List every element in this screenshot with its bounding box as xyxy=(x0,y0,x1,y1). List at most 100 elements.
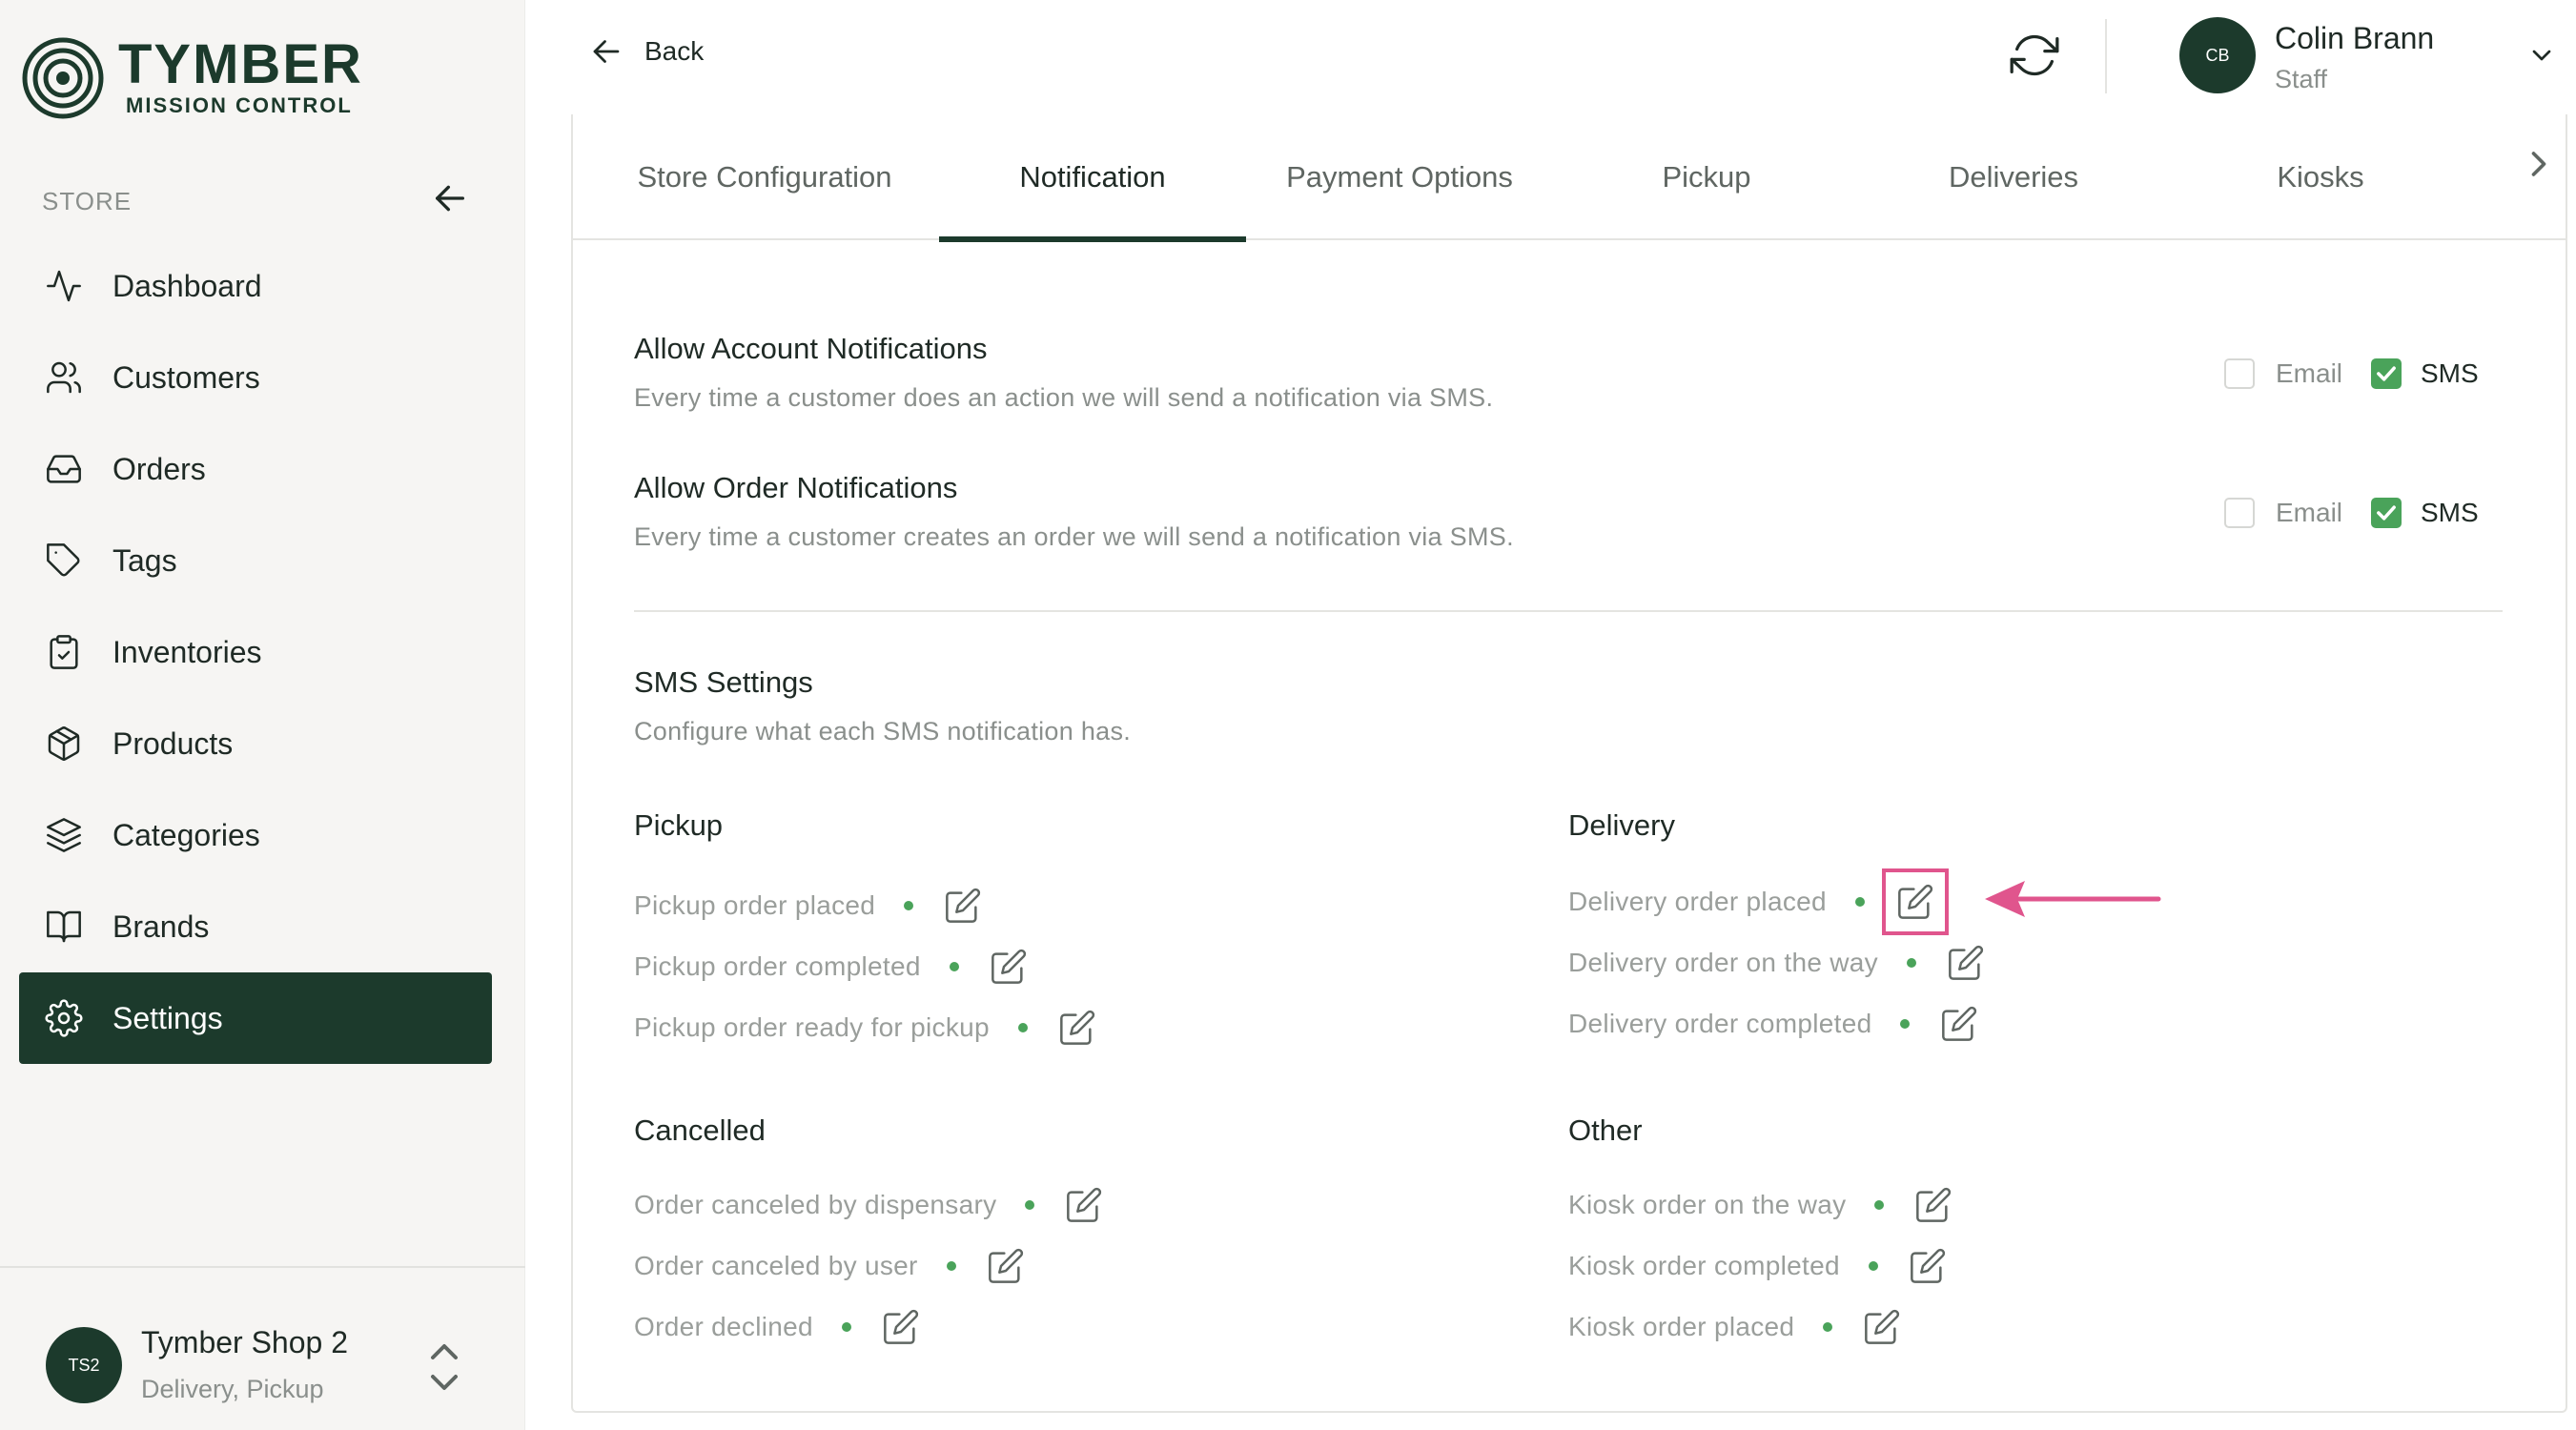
sidebar-item-label: Inventories xyxy=(112,634,262,669)
edit-icon[interactable] xyxy=(1063,1184,1105,1226)
status-dot xyxy=(949,962,959,971)
book-open-icon xyxy=(44,907,84,947)
cancelled-group-title: Cancelled xyxy=(634,1113,766,1147)
sidebar-item-products[interactable]: Products xyxy=(19,698,492,789)
sidebar-item-tags[interactable]: Tags xyxy=(19,515,492,606)
pickup-group-title: Pickup xyxy=(634,808,724,842)
tymber-logo-icon xyxy=(22,37,104,119)
sidebar: TYMBER MISSION CONTROL STORE Dashboard C… xyxy=(0,0,525,1430)
sms-item-label: Pickup order placed xyxy=(634,890,876,920)
store-avatar: TS2 xyxy=(46,1327,122,1403)
tag-icon xyxy=(44,541,84,581)
order-sms-checkbox[interactable] xyxy=(2371,498,2402,528)
header-divider xyxy=(2105,19,2107,93)
account-email-label: Email xyxy=(2276,358,2343,388)
refresh-icon[interactable] xyxy=(2010,31,2059,80)
tab-deliveries[interactable]: Deliveries xyxy=(1860,114,2167,240)
edit-icon[interactable] xyxy=(880,1306,922,1348)
account-sms-label: SMS xyxy=(2421,358,2479,388)
list-item: Kiosk order placed xyxy=(1568,1306,1903,1348)
sidebar-item-label: Products xyxy=(112,725,234,761)
tab-kiosks[interactable]: Kiosks xyxy=(2167,114,2474,240)
edit-icon[interactable] xyxy=(988,946,1030,988)
order-email-checkbox[interactable] xyxy=(2224,498,2255,528)
sms-item-label: Kiosk order placed xyxy=(1568,1312,1795,1341)
store-switcher[interactable]: TS2 Tymber Shop 2 Delivery, Pickup xyxy=(0,1266,525,1430)
package-icon xyxy=(44,724,84,764)
sidebar-item-orders[interactable]: Orders xyxy=(19,423,492,515)
delivery-group-title: Delivery xyxy=(1568,808,1675,842)
account-sms-checkbox[interactable] xyxy=(2371,358,2402,389)
store-types: Delivery, Pickup xyxy=(141,1375,324,1403)
sidebar-item-label: Brands xyxy=(112,909,210,944)
edit-icon[interactable] xyxy=(1861,1306,1903,1348)
edit-icon[interactable] xyxy=(1907,1245,1949,1287)
sidebar-item-label: Dashboard xyxy=(112,268,262,303)
list-item: Pickup order placed xyxy=(634,885,984,927)
sms-settings-description: Configure what each SMS notification has… xyxy=(634,717,1132,746)
sidebar-item-label: Customers xyxy=(112,359,260,395)
sidebar-item-inventories[interactable]: Inventories xyxy=(19,606,492,698)
edit-icon[interactable] xyxy=(1912,1184,1954,1226)
chevron-right-icon[interactable] xyxy=(2518,143,2560,185)
check-icon xyxy=(2377,505,2396,521)
sidebar-item-label: Tags xyxy=(112,542,177,578)
sidebar-item-dashboard[interactable]: Dashboard xyxy=(19,240,492,332)
status-dot xyxy=(1025,1200,1035,1210)
users-icon xyxy=(44,358,84,398)
sms-item-label: Pickup order ready for pickup xyxy=(634,1012,990,1042)
tab-notification[interactable]: Notification xyxy=(939,114,1246,242)
sidebar-item-brands[interactable]: Brands xyxy=(19,881,492,972)
status-dot xyxy=(1874,1200,1885,1210)
account-notifications-description: Every time a customer does an action we … xyxy=(634,383,1494,412)
chevron-down-icon[interactable] xyxy=(2526,40,2557,71)
tab-store-configuration[interactable]: Store Configuration xyxy=(611,114,918,240)
tab-payment-options[interactable]: Payment Options xyxy=(1246,114,1553,240)
sidebar-item-label: Categories xyxy=(112,817,260,852)
clipboard-check-icon xyxy=(44,632,84,672)
back-label: Back xyxy=(644,36,705,66)
store-name: Tymber Shop 2 xyxy=(141,1325,348,1359)
list-item: Delivery order completed xyxy=(1568,1003,1980,1045)
collapse-sidebar-button[interactable] xyxy=(425,174,475,223)
edit-icon[interactable] xyxy=(1945,942,1987,984)
sidebar-item-label: Orders xyxy=(112,451,206,486)
list-item: Pickup order completed xyxy=(634,946,1030,988)
order-notifications-title: Allow Order Notifications xyxy=(634,471,958,504)
back-button[interactable]: Back xyxy=(589,34,704,69)
status-dot xyxy=(1017,1023,1028,1032)
account-email-checkbox[interactable] xyxy=(2224,358,2255,389)
sms-item-label: Pickup order completed xyxy=(634,951,921,981)
edit-icon[interactable] xyxy=(1881,868,1949,935)
brand-logo[interactable]: TYMBER MISSION CONTROL xyxy=(21,36,363,120)
user-avatar[interactable]: CB xyxy=(2179,17,2256,93)
gear-icon xyxy=(44,998,84,1038)
edit-icon[interactable] xyxy=(942,885,984,927)
annotation-arrow-icon xyxy=(1985,881,2161,917)
list-item: Pickup order ready for pickup xyxy=(634,1007,1098,1049)
sidebar-item-settings[interactable]: Settings xyxy=(19,972,492,1064)
order-sms-label: SMS xyxy=(2421,498,2479,527)
status-dot xyxy=(1823,1322,1833,1332)
tab-pickup[interactable]: Pickup xyxy=(1553,114,1860,240)
arrow-left-icon xyxy=(436,185,464,212)
settings-panel: Store Configuration Notification Payment… xyxy=(571,114,2567,1413)
status-dot xyxy=(841,1322,851,1332)
chevron-up-down-icon[interactable] xyxy=(427,1340,461,1394)
user-role: Staff xyxy=(2275,65,2328,93)
sms-item-label: Delivery order placed xyxy=(1568,887,1827,916)
inbox-icon xyxy=(44,449,84,489)
settings-tabs: Store Configuration Notification Payment… xyxy=(573,114,2566,242)
sms-settings-title: SMS Settings xyxy=(634,665,813,699)
order-email-label: Email xyxy=(2276,498,2343,527)
user-name[interactable]: Colin Brann xyxy=(2275,21,2434,56)
edit-icon[interactable] xyxy=(1056,1007,1098,1049)
edit-icon[interactable] xyxy=(1938,1003,1980,1045)
edit-icon[interactable] xyxy=(985,1245,1027,1287)
status-dot xyxy=(1906,958,1916,968)
sidebar-item-customers[interactable]: Customers xyxy=(19,332,492,423)
list-item: Order declined xyxy=(634,1306,922,1348)
status-dot xyxy=(946,1261,956,1271)
sidebar-item-categories[interactable]: Categories xyxy=(19,789,492,881)
section-divider xyxy=(634,610,2503,612)
